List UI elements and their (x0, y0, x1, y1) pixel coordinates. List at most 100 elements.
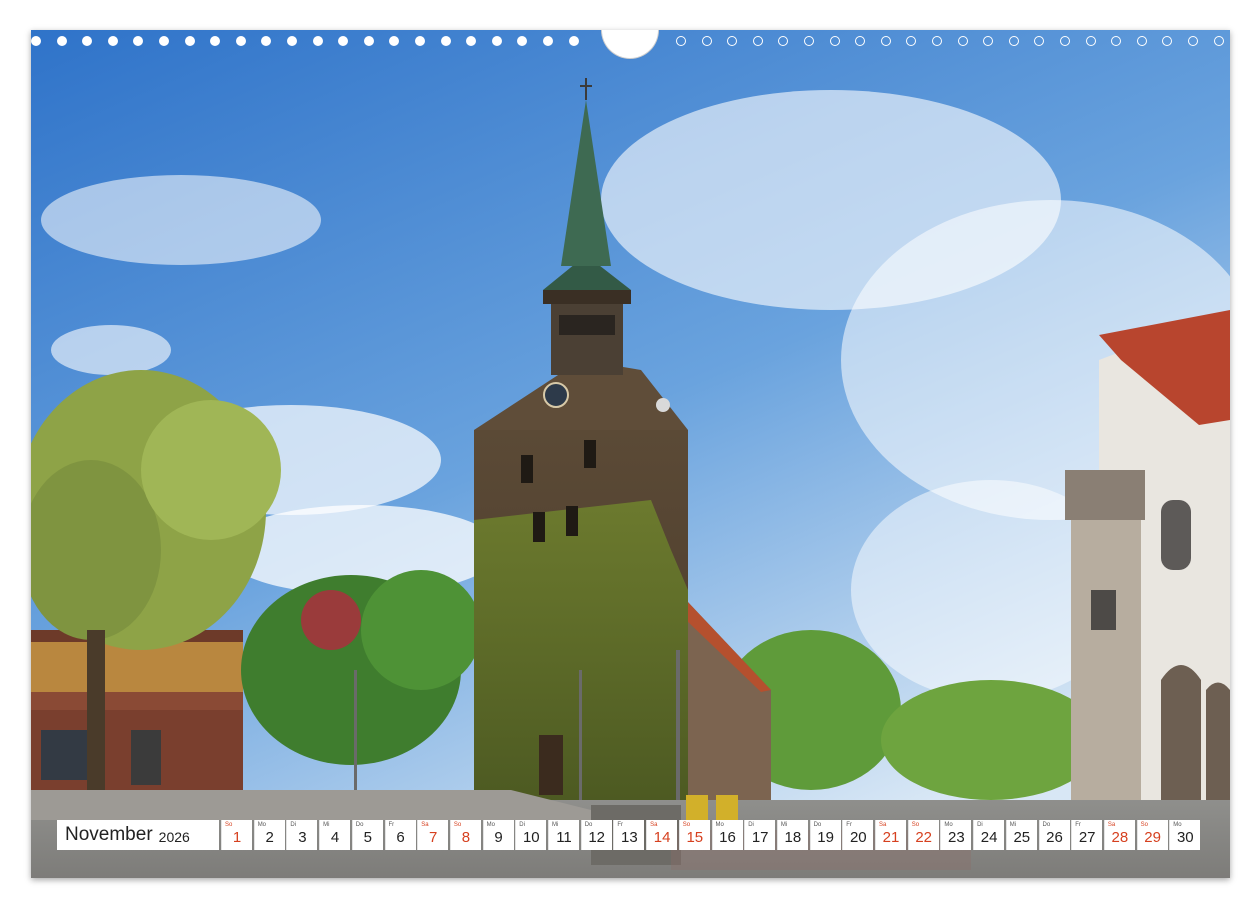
binding-ring (1136, 36, 1147, 46)
binding-ring (210, 36, 221, 46)
calendar-day: Mo 30 (1169, 820, 1201, 850)
binding-ring (1188, 36, 1198, 46)
day-number: 2 (265, 829, 274, 846)
binding-ring (880, 36, 891, 46)
day-number: 24 (980, 829, 998, 846)
calendar-day: Fr 27 (1071, 820, 1103, 850)
weekday-label: Mo (486, 822, 495, 828)
binding-ring (440, 36, 451, 46)
day-number: 20 (849, 829, 867, 846)
church-tower-photo (31, 30, 1230, 878)
day-number: 14 (653, 829, 671, 846)
binding-ring (415, 36, 425, 46)
binding-ring (159, 36, 169, 46)
day-number: 7 (429, 829, 438, 846)
binding-ring (543, 36, 553, 46)
calendar-day: Do 26 (1038, 820, 1070, 850)
calendar-day: Mo 2 (253, 820, 285, 850)
weekday-label: So (1140, 822, 1148, 828)
weekday-label: Sa (650, 822, 658, 828)
weekday-label: Sa (1107, 822, 1116, 828)
weekday-label: Do (1042, 822, 1051, 828)
binding-ring (184, 36, 195, 46)
binding-ring (107, 36, 118, 46)
weekday-label: Di (519, 822, 525, 828)
day-number: 1 (232, 829, 242, 846)
weekday-label: Di (748, 822, 754, 828)
day-number: 10 (522, 829, 540, 846)
calendar-day: Do 12 (580, 820, 612, 850)
day-number: 16 (719, 829, 736, 846)
weekday-label: Do (584, 822, 593, 828)
weekday-label: Do (813, 822, 822, 828)
weekday-label: So (682, 822, 691, 828)
binding-ring (312, 36, 323, 46)
weekday-label: Fr (846, 822, 852, 828)
calendar-day: Fr 6 (384, 820, 416, 850)
calendar-day: Sa 7 (417, 820, 449, 850)
calendar-day: Mo 16 (711, 820, 743, 850)
binding-ring (235, 36, 246, 46)
binding-ring (287, 36, 297, 46)
weekday-label: Mi (780, 822, 788, 828)
day-number: 15 (686, 829, 704, 846)
weekday-label: Sa (421, 822, 429, 828)
calendar-day: Sa 21 (875, 820, 906, 850)
year-label: 2026 (158, 828, 190, 845)
calendar-day: Do 19 (809, 820, 841, 850)
weekday-label: Mo (1173, 822, 1182, 828)
weekday-label: So (225, 822, 233, 828)
weekday-label: Fr (388, 822, 395, 828)
weekday-label: Mo (715, 822, 724, 828)
binding-ring (778, 36, 789, 46)
weekday-label: Do (355, 822, 364, 828)
binding-ring (676, 36, 686, 46)
calendar-day: Mo 9 (482, 820, 514, 850)
binding-ring (56, 36, 67, 46)
day-number: 22 (915, 829, 933, 846)
binding-ring (517, 36, 528, 46)
binding-ring (752, 36, 763, 46)
calendar-day: So 22 (907, 820, 939, 850)
calendar-day: Sa 14 (646, 820, 678, 850)
day-number: 17 (751, 829, 769, 846)
calendar-day: Mo 23 (940, 820, 972, 850)
calendar-day: Mi 11 (548, 820, 579, 850)
binding-ring (804, 36, 814, 46)
day-number: 12 (588, 829, 606, 846)
day-number: 26 (1046, 829, 1063, 846)
binding-ring (261, 36, 272, 46)
binding-ring (957, 36, 968, 46)
weekday-label: Fr (1075, 822, 1081, 828)
calendar-day: So 15 (678, 820, 710, 850)
weekday-label: Mi (1009, 822, 1017, 828)
calendar-day: Di 24 (973, 820, 1005, 850)
day-number: 27 (1078, 829, 1096, 846)
calendar-day: Do 5 (351, 820, 383, 850)
month-label: November 2026 (57, 820, 219, 850)
binding-ring (1060, 36, 1070, 46)
weekday-label: So (453, 822, 462, 828)
weekday-label: Fr (617, 822, 624, 828)
binding-ring (363, 36, 374, 46)
day-number: 21 (882, 829, 900, 846)
day-number: 28 (1111, 829, 1129, 846)
day-number: 30 (1176, 829, 1194, 846)
binding-ring (983, 36, 994, 46)
weekday-label: So (911, 822, 920, 828)
calendar-day: Mi 25 (1005, 820, 1037, 850)
binding-ring (1034, 36, 1045, 46)
binding-ring (31, 36, 41, 46)
binding-ring (1162, 36, 1173, 46)
binding-ring (338, 36, 349, 46)
binding-ring (906, 36, 917, 46)
day-number: 25 (1013, 829, 1031, 846)
binding-ring (491, 36, 502, 46)
calendar-day: Di 10 (515, 820, 547, 850)
day-number: 23 (948, 829, 965, 846)
calendar-day: Sa 28 (1103, 820, 1135, 850)
month-name: November (65, 824, 153, 845)
weekday-label: Mi (552, 822, 559, 828)
day-number: 9 (494, 829, 503, 846)
weekday-label: Di (977, 822, 983, 828)
